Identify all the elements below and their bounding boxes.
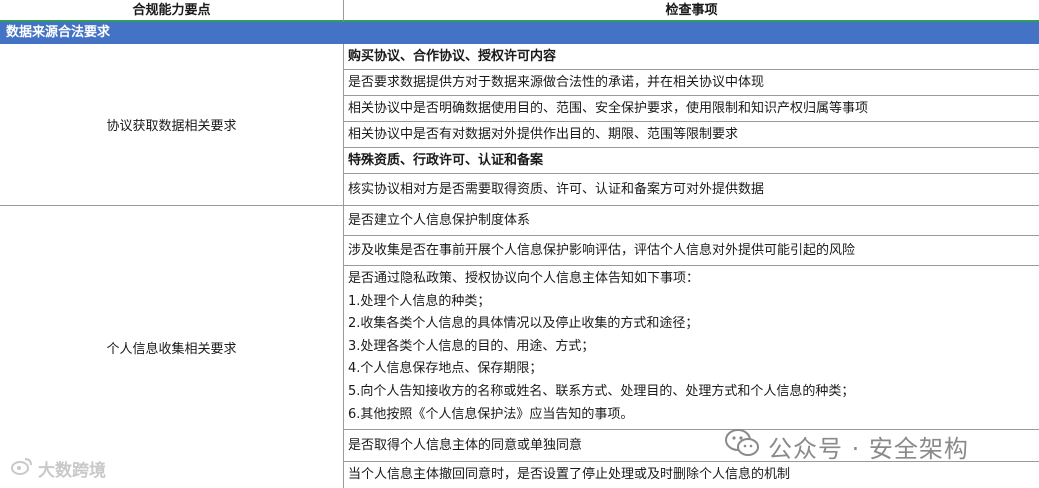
list-item: 6.其他按照《个人信息保护法》应当告知的事项。 (348, 406, 634, 422)
column-header-check-items[interactable]: 检查事项 (344, 0, 1039, 22)
table-cell[interactable]: 特殊资质、行政许可、认证和备案 (344, 148, 1039, 174)
spreadsheet-table: 合规能力要点 检查事项 数据来源合法要求 协议获取数据相关要求 购买协议、合作协… (0, 0, 1039, 488)
table-cell[interactable]: 是否建立个人信息保护制度体系 (344, 206, 1039, 236)
table-cell[interactable]: 购买协议、合作协议、授权许可内容 (344, 44, 1039, 70)
column-header-compliance-points[interactable]: 合规能力要点 (0, 0, 344, 22)
watermark-right: 公众号 · 安全架构 (724, 428, 969, 464)
watermark-left-text: 大数跨境 (38, 461, 106, 481)
table-cell[interactable]: 相关协议中是否明确数据使用目的、范围、安全保护要求，使用限制和知识产权归属等事项 (344, 96, 1039, 122)
watermark-left: 大数跨境 (10, 456, 106, 481)
watermark-right-text: 公众号 · 安全架构 (768, 434, 969, 463)
section-row-data-source-legality[interactable]: 数据来源合法要求 (0, 22, 1039, 44)
list-item: 1.处理个人信息的种类； (348, 293, 491, 309)
table-cell[interactable]: 是否要求数据提供方对于数据来源做合法性的承诺，并在相关协议中体现 (344, 70, 1039, 96)
group-label-personal-info[interactable]: 个人信息收集相关要求 (0, 206, 344, 488)
table-cell[interactable]: 涉及收集是否在事前开展个人信息保护影响评估，评估个人信息对外提供可能引起的风险 (344, 236, 1039, 266)
table-cell-multiline[interactable]: 是否通过隐私政策、授权协议向个人信息主体告知如下事项： 1.处理个人信息的种类；… (344, 266, 1039, 430)
group-label-agreement[interactable]: 协议获取数据相关要求 (0, 44, 344, 206)
list-item: 2.收集各类个人信息的具体情况以及停止收集的方式和途径； (348, 316, 699, 332)
table-cell[interactable]: 当个人信息主体撤回同意时，是否设置了停止处理或及时删除个人信息的机制 (344, 462, 1039, 488)
list-item: 是否通过隐私政策、授权协议向个人信息主体告知如下事项： (348, 271, 700, 286)
wechat-icon (724, 428, 760, 464)
list-item: 4.个人信息保存地点、保存期限； (348, 361, 543, 377)
weibo-like-logo-icon (10, 456, 34, 481)
table-cell[interactable]: 核实协议相对方是否需要取得资质、许可、认证和备案方可对外提供数据 (344, 174, 1039, 206)
table-cell[interactable]: 相关协议中是否有对数据对外提供作出目的、期限、范围等限制要求 (344, 122, 1039, 148)
list-item: 5.向个人告知接收方的名称或姓名、联系方式、处理目的、处理方式和个人信息的种类； (348, 383, 855, 399)
list-item: 3.处理各类个人信息的目的、用途、方式； (348, 338, 595, 354)
